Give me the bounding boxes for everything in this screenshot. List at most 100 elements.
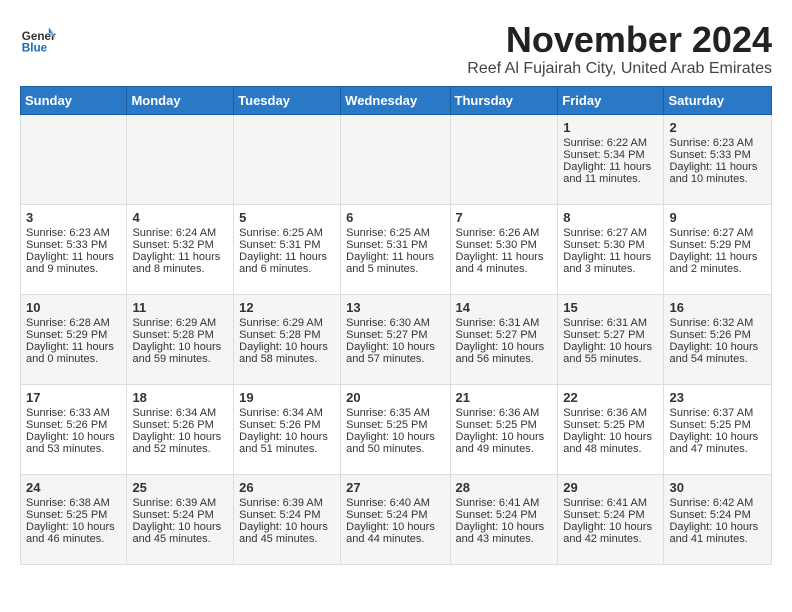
day-info: Daylight: 10 hours and 56 minutes. <box>456 341 553 365</box>
day-info: Sunrise: 6:29 AM <box>239 317 335 329</box>
day-info: Sunrise: 6:42 AM <box>669 497 766 509</box>
day-info: Sunrise: 6:30 AM <box>346 317 444 329</box>
day-info: Daylight: 11 hours and 4 minutes. <box>456 251 553 275</box>
header: General Blue November 2024 Reef Al Fujai… <box>20 20 772 78</box>
header-cell-monday: Monday <box>127 86 234 114</box>
day-number: 14 <box>456 300 553 315</box>
day-number: 29 <box>563 480 658 495</box>
day-cell: 26Sunrise: 6:39 AMSunset: 5:24 PMDayligh… <box>234 474 341 564</box>
day-info: Sunset: 5:27 PM <box>346 329 444 341</box>
day-info: Daylight: 10 hours and 49 minutes. <box>456 431 553 455</box>
day-number: 7 <box>456 210 553 225</box>
header-cell-sunday: Sunday <box>21 86 127 114</box>
day-info: Sunrise: 6:31 AM <box>563 317 658 329</box>
calendar-header: SundayMondayTuesdayWednesdayThursdayFrid… <box>21 86 772 114</box>
day-info: Sunrise: 6:36 AM <box>456 407 553 419</box>
day-cell: 27Sunrise: 6:40 AMSunset: 5:24 PMDayligh… <box>341 474 450 564</box>
day-cell: 25Sunrise: 6:39 AMSunset: 5:24 PMDayligh… <box>127 474 234 564</box>
day-number: 6 <box>346 210 444 225</box>
day-cell: 16Sunrise: 6:32 AMSunset: 5:26 PMDayligh… <box>664 294 772 384</box>
day-number: 2 <box>669 120 766 135</box>
day-info: Sunset: 5:26 PM <box>132 419 228 431</box>
day-info: Sunset: 5:25 PM <box>456 419 553 431</box>
day-info: Sunset: 5:30 PM <box>563 239 658 251</box>
day-cell: 10Sunrise: 6:28 AMSunset: 5:29 PMDayligh… <box>21 294 127 384</box>
day-info: Daylight: 10 hours and 59 minutes. <box>132 341 228 365</box>
day-info: Daylight: 11 hours and 8 minutes. <box>132 251 228 275</box>
day-info: Daylight: 10 hours and 54 minutes. <box>669 341 766 365</box>
day-cell: 3Sunrise: 6:23 AMSunset: 5:33 PMDaylight… <box>21 204 127 294</box>
month-title: November 2024 <box>467 20 772 60</box>
day-info: Sunset: 5:31 PM <box>346 239 444 251</box>
day-info: Sunrise: 6:37 AM <box>669 407 766 419</box>
day-number: 21 <box>456 390 553 405</box>
day-info: Sunrise: 6:31 AM <box>456 317 553 329</box>
logo: General Blue <box>20 20 56 56</box>
day-info: Sunrise: 6:41 AM <box>563 497 658 509</box>
day-number: 19 <box>239 390 335 405</box>
day-info: Sunset: 5:26 PM <box>239 419 335 431</box>
day-info: Sunset: 5:26 PM <box>26 419 121 431</box>
day-number: 16 <box>669 300 766 315</box>
day-cell: 6Sunrise: 6:25 AMSunset: 5:31 PMDaylight… <box>341 204 450 294</box>
calendar-table: SundayMondayTuesdayWednesdayThursdayFrid… <box>20 86 772 565</box>
day-info: Sunrise: 6:22 AM <box>563 137 658 149</box>
day-info: Sunset: 5:24 PM <box>563 509 658 521</box>
day-number: 17 <box>26 390 121 405</box>
day-info: Sunrise: 6:25 AM <box>239 227 335 239</box>
day-info: Sunset: 5:29 PM <box>26 329 121 341</box>
day-info: Daylight: 11 hours and 11 minutes. <box>563 161 658 185</box>
day-info: Sunset: 5:31 PM <box>239 239 335 251</box>
day-number: 10 <box>26 300 121 315</box>
header-row: SundayMondayTuesdayWednesdayThursdayFrid… <box>21 86 772 114</box>
day-info: Sunset: 5:25 PM <box>669 419 766 431</box>
day-info: Daylight: 10 hours and 48 minutes. <box>563 431 658 455</box>
day-info: Sunrise: 6:36 AM <box>563 407 658 419</box>
day-info: Sunset: 5:24 PM <box>669 509 766 521</box>
day-cell <box>450 114 558 204</box>
day-info: Sunset: 5:27 PM <box>563 329 658 341</box>
day-number: 12 <box>239 300 335 315</box>
day-info: Sunset: 5:32 PM <box>132 239 228 251</box>
day-info: Sunrise: 6:26 AM <box>456 227 553 239</box>
day-number: 23 <box>669 390 766 405</box>
day-cell: 11Sunrise: 6:29 AMSunset: 5:28 PMDayligh… <box>127 294 234 384</box>
day-number: 15 <box>563 300 658 315</box>
day-number: 28 <box>456 480 553 495</box>
day-info: Daylight: 11 hours and 10 minutes. <box>669 161 766 185</box>
week-row-5: 24Sunrise: 6:38 AMSunset: 5:25 PMDayligh… <box>21 474 772 564</box>
day-cell: 20Sunrise: 6:35 AMSunset: 5:25 PMDayligh… <box>341 384 450 474</box>
day-info: Sunrise: 6:35 AM <box>346 407 444 419</box>
day-info: Sunrise: 6:34 AM <box>239 407 335 419</box>
day-info: Daylight: 10 hours and 51 minutes. <box>239 431 335 455</box>
logo-icon: General Blue <box>20 20 56 56</box>
day-number: 20 <box>346 390 444 405</box>
day-cell: 2Sunrise: 6:23 AMSunset: 5:33 PMDaylight… <box>664 114 772 204</box>
svg-text:Blue: Blue <box>22 42 48 55</box>
day-cell: 22Sunrise: 6:36 AMSunset: 5:25 PMDayligh… <box>558 384 664 474</box>
day-number: 8 <box>563 210 658 225</box>
day-number: 26 <box>239 480 335 495</box>
day-info: Daylight: 11 hours and 2 minutes. <box>669 251 766 275</box>
day-cell: 21 Sunrise: 6:36 AMSunset: 5:25 PMDayligh… <box>450 384 558 474</box>
day-cell: 19 Sunrise: 6:34 AMSunset: 5:26 PMDayligh… <box>234 384 341 474</box>
day-cell: 14Sunrise: 6:31 AMSunset: 5:27 PMDayligh… <box>450 294 558 384</box>
day-info: Daylight: 10 hours and 46 minutes. <box>26 521 121 545</box>
day-cell: 15Sunrise: 6:31 AMSunset: 5:27 PMDayligh… <box>558 294 664 384</box>
day-number: 18 <box>132 390 228 405</box>
day-number: 3 <box>26 210 121 225</box>
header-cell-wednesday: Wednesday <box>341 86 450 114</box>
day-cell <box>234 114 341 204</box>
day-info: Sunrise: 6:25 AM <box>346 227 444 239</box>
day-info: Sunset: 5:24 PM <box>132 509 228 521</box>
day-info: Daylight: 10 hours and 45 minutes. <box>132 521 228 545</box>
week-row-4: 17Sunrise: 6:33 AMSunset: 5:26 PMDayligh… <box>21 384 772 474</box>
day-info: Sunrise: 6:23 AM <box>669 137 766 149</box>
day-info: Sunset: 5:28 PM <box>239 329 335 341</box>
day-number: 13 <box>346 300 444 315</box>
week-row-1: 1Sunrise: 6:22 AMSunset: 5:34 PMDaylight… <box>21 114 772 204</box>
day-cell <box>341 114 450 204</box>
day-cell <box>21 114 127 204</box>
day-info: Sunrise: 6:28 AM <box>26 317 121 329</box>
day-info: Sunset: 5:25 PM <box>346 419 444 431</box>
